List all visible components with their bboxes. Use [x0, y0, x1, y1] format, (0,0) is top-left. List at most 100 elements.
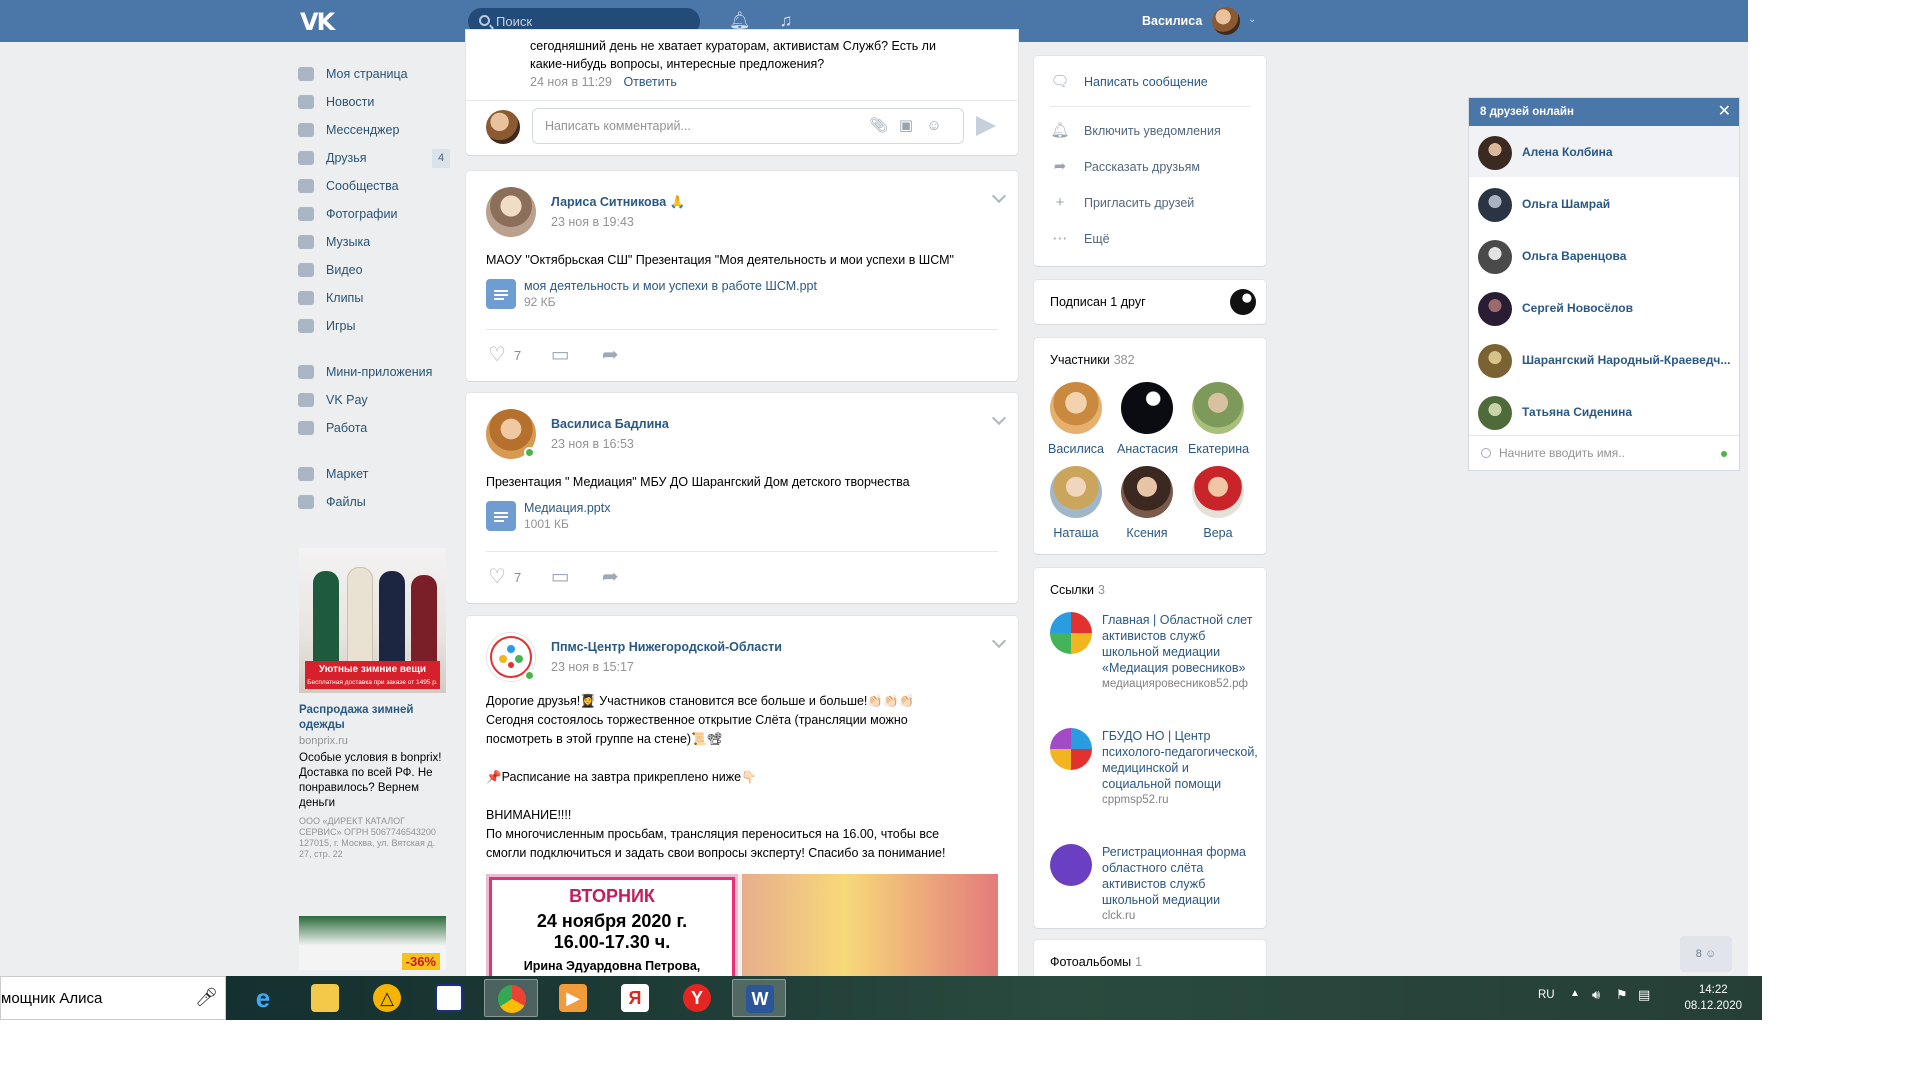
member-name[interactable]: Анастасия	[1117, 442, 1178, 456]
avatar[interactable]	[1478, 188, 1512, 222]
subscribed-card[interactable]: Подписан 1 друг	[1034, 280, 1266, 324]
like-button[interactable]: ♡ 7	[486, 343, 521, 367]
chat-search-input[interactable]	[1499, 436, 1699, 470]
smile-icon[interactable]: ☺	[925, 117, 943, 135]
sidebar-item[interactable]: Клипы	[298, 284, 450, 312]
avatar[interactable]	[1230, 289, 1256, 315]
yandex-app[interactable]: Я	[608, 979, 662, 1017]
music-note-icon[interactable]: ♫	[776, 11, 796, 31]
word-app[interactable]: W	[732, 979, 786, 1017]
sidebar-item[interactable]: Моя страница	[298, 60, 450, 88]
link-logo-icon[interactable]	[1050, 728, 1092, 770]
network-icon[interactable]: ▤	[1638, 987, 1650, 1003]
send-icon[interactable]	[976, 116, 996, 136]
member-item[interactable]: Екатерина	[1188, 382, 1249, 456]
member-name[interactable]: Василиса	[1046, 442, 1106, 456]
link-title[interactable]: ГБУДО НО | Центр психолого-педагогическо…	[1102, 728, 1260, 792]
chrome-app[interactable]	[484, 979, 538, 1017]
member-item[interactable]: Василиса	[1046, 382, 1106, 456]
link-title[interactable]: Регистрационная форма областного слёта а…	[1102, 844, 1260, 908]
app-calendar[interactable]	[422, 979, 476, 1017]
chat-friend-name[interactable]: Шарангский Народный-Краеведч...	[1522, 353, 1732, 367]
yandex-browser-app[interactable]: Y	[670, 979, 724, 1017]
member-name[interactable]: Ксения	[1117, 526, 1177, 540]
avatar[interactable]	[1478, 344, 1512, 378]
avatar[interactable]	[1478, 136, 1512, 170]
chat-friend-row[interactable]: Алена Колбина	[1469, 126, 1739, 177]
camera-icon[interactable]: ▣	[897, 117, 915, 135]
share-button[interactable]: ➦	[599, 565, 621, 589]
chat-friend-row[interactable]: Сергей Новосёлов	[1469, 282, 1739, 333]
chat-friend-name[interactable]: Ольга Шамрай	[1522, 197, 1732, 211]
more-button[interactable]: ⋯ Ещё	[1050, 229, 1110, 249]
sidebar-item[interactable]: Маркет	[298, 460, 450, 488]
avatar[interactable]	[1478, 292, 1512, 326]
sidebar-item[interactable]: Новости	[298, 88, 450, 116]
comment-input[interactable]	[545, 109, 865, 143]
avatar[interactable]	[1192, 466, 1244, 518]
friends-online-button[interactable]: 8 ☺	[1680, 936, 1732, 972]
list-icon[interactable]	[1050, 844, 1092, 886]
ad-title[interactable]: Распродажа зимней одежды	[299, 703, 446, 733]
member-item[interactable]: Анастасия	[1117, 382, 1178, 456]
chat-friend-row[interactable]: Ольга Варенцова	[1469, 230, 1739, 281]
chat-friend-name[interactable]: Ольга Варенцова	[1522, 249, 1732, 263]
sidebar-item[interactable]: Файлы	[298, 488, 450, 516]
chat-friend-name[interactable]: Сергей Новосёлов	[1522, 301, 1732, 315]
sidebar-item[interactable]: Видео	[298, 256, 450, 284]
sidebar-item[interactable]: Работа	[298, 414, 450, 442]
avatar[interactable]	[1121, 382, 1173, 434]
header-avatar[interactable]	[1212, 7, 1240, 35]
write-message-button[interactable]: 🗨︎ Написать сообщение	[1050, 72, 1207, 92]
chevron-down-icon[interactable]	[991, 188, 1007, 204]
chevron-down-icon[interactable]: ⌄	[1248, 14, 1256, 25]
avatar[interactable]	[1478, 396, 1512, 430]
sidebar-item[interactable]: Фотографии	[298, 200, 450, 228]
sidebar-item[interactable]: Игры	[298, 312, 450, 340]
explorer-app[interactable]	[298, 979, 352, 1017]
chat-header[interactable]: 8 друзей онлайн ✕	[1469, 98, 1739, 126]
member-name[interactable]: Вера	[1188, 526, 1248, 540]
post-image[interactable]: ВТОРНИК 24 ноября 2020 г. 16.00-17.30 ч.…	[486, 874, 998, 984]
language-indicator[interactable]: RU	[1538, 989, 1555, 1001]
chat-search[interactable]	[1469, 435, 1739, 470]
post-date[interactable]: 23 ноя в 19:43	[551, 215, 634, 229]
post-author[interactable]: Лариса Ситникова 🙏	[551, 195, 685, 210]
comment-button[interactable]: ▭	[549, 343, 571, 367]
header-user-name[interactable]: Василиса	[1142, 14, 1202, 28]
tell-friends-button[interactable]: ➦ Рассказать друзьям	[1050, 157, 1200, 177]
sidebar-item[interactable]: Мессенджер	[298, 116, 450, 144]
avatar[interactable]	[1050, 382, 1102, 434]
link-item[interactable]: Регистрационная форма областного слёта а…	[1050, 844, 1260, 924]
post-author[interactable]: Ппмс-Центр Нижегородской-Области	[551, 640, 782, 654]
chat-friend-row[interactable]: Ольга Шамрай	[1469, 178, 1739, 229]
chevron-down-icon[interactable]	[991, 410, 1007, 426]
chat-friend-name[interactable]: Татьяна Сиденина	[1522, 405, 1732, 419]
sidebar-item[interactable]: Друзья 4	[298, 144, 450, 172]
sidebar-item[interactable]: VK Pay	[298, 386, 450, 414]
app-avast[interactable]: △	[360, 979, 414, 1017]
flag-icon[interactable]: ⚑	[1616, 987, 1628, 1003]
avatar[interactable]	[1192, 382, 1244, 434]
chat-friend-row[interactable]: Татьяна Сиденина	[1469, 386, 1739, 437]
member-item[interactable]: Наташа	[1046, 466, 1106, 540]
share-button[interactable]: ➦	[599, 343, 621, 367]
chat-friend-name[interactable]: Алена Колбина	[1522, 145, 1732, 159]
chevron-down-icon[interactable]	[991, 633, 1007, 649]
member-item[interactable]: Ксения	[1117, 466, 1177, 540]
members-title[interactable]: Участники 382	[1050, 353, 1135, 367]
link-item[interactable]: Главная | Областной слет активистов служ…	[1050, 612, 1260, 692]
links-title[interactable]: Ссылки 3	[1050, 583, 1105, 597]
link-title[interactable]: Главная | Областной слет активистов служ…	[1102, 612, 1260, 676]
post-author[interactable]: Василиса Бадлина	[551, 417, 669, 431]
avatar[interactable]	[1478, 240, 1512, 274]
reply-link[interactable]: Ответить	[623, 75, 676, 89]
link-item[interactable]: ГБУДО НО | Центр психолого-педагогическо…	[1050, 728, 1260, 808]
avatar[interactable]	[1050, 466, 1102, 518]
doc-name[interactable]: моя деятельность и мои успехи в работе Ш…	[524, 279, 817, 293]
microphone-icon[interactable]: 🎤︎	[195, 987, 218, 1011]
invite-friends-button[interactable]: + Пригласить друзей	[1050, 193, 1195, 213]
like-button[interactable]: ♡ 7	[486, 565, 521, 589]
avatar[interactable]	[1121, 466, 1173, 518]
enable-notifications-button[interactable]: 🔔︎ Включить уведомления	[1050, 121, 1220, 141]
